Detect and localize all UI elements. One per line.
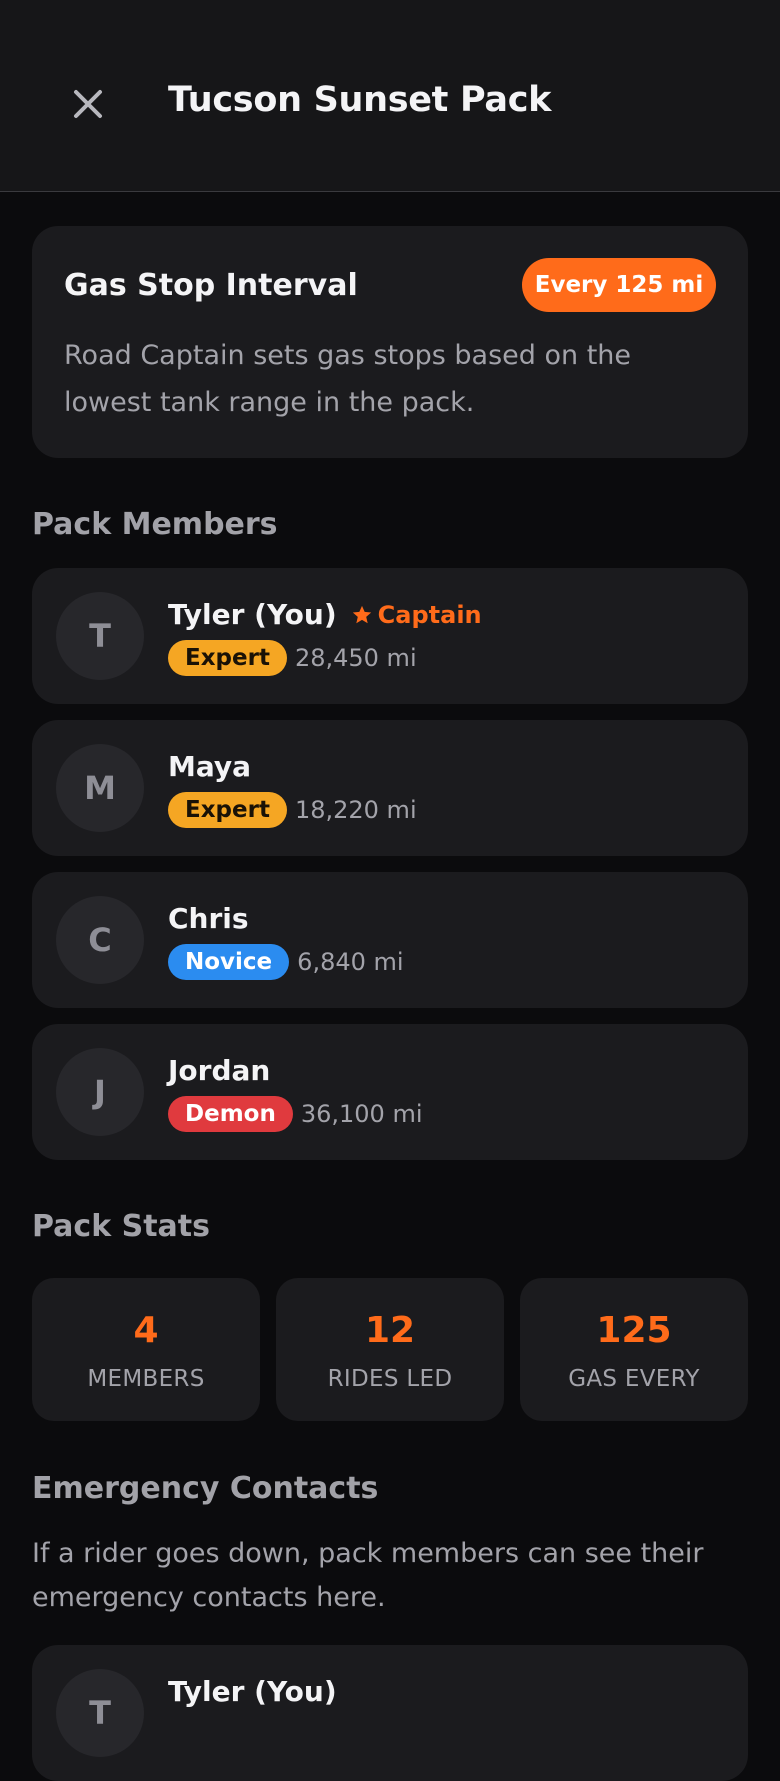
contact-name: Tyler (You): [168, 1675, 337, 1708]
member-card[interactable]: M Maya Expert 18,220 mi: [32, 720, 748, 856]
skill-badge: Expert: [168, 792, 287, 828]
star-icon: [352, 605, 371, 623]
stat-gas-every: 125 GAS EVERY: [520, 1278, 748, 1421]
member-name: Jordan: [168, 1054, 271, 1087]
page-title: Tucson Sunset Pack: [168, 80, 552, 120]
stat-label: MEMBERS: [87, 1366, 205, 1392]
avatar: M: [56, 744, 144, 832]
gas-stop-title: Gas Stop Interval: [64, 268, 358, 303]
gas-interval-pill[interactable]: Every 125 mi: [522, 258, 716, 312]
pack-stats-heading: Pack Stats: [32, 1209, 210, 1244]
avatar: T: [56, 592, 144, 680]
member-miles: 18,220 mi: [294, 796, 417, 824]
captain-text: Captain: [377, 600, 482, 629]
avatar: C: [56, 896, 144, 984]
member-miles: 28,450 mi: [294, 644, 417, 672]
avatar: J: [56, 1048, 144, 1136]
captain-label: Captain: [351, 601, 482, 629]
stat-rides-led: 12 RIDES LED: [276, 1278, 504, 1421]
member-name: Chris: [168, 902, 249, 935]
member-miles: 6,840 mi: [297, 948, 404, 976]
member-card[interactable]: T Tyler (You) Captain Expert 28,450 mi: [32, 568, 748, 704]
avatar: T: [56, 1669, 144, 1757]
stat-value: 125: [596, 1310, 672, 1351]
stat-label: RIDES LED: [327, 1366, 453, 1392]
member-card[interactable]: J Jordan Demon 36,100 mi: [32, 1024, 748, 1160]
member-miles: 36,100 mi: [300, 1100, 423, 1128]
stat-value: 4: [133, 1310, 159, 1351]
skill-badge: Expert: [168, 640, 287, 676]
member-card[interactable]: C Chris Novice 6,840 mi: [32, 872, 748, 1008]
skill-badge: Demon: [168, 1096, 293, 1132]
member-name: Tyler (You): [168, 598, 337, 631]
top-bar: Tucson Sunset Pack: [0, 0, 780, 192]
stat-label: GAS EVERY: [568, 1366, 700, 1392]
skill-badge: Novice: [168, 944, 290, 980]
stat-value: 12: [364, 1310, 416, 1351]
close-button[interactable]: [66, 84, 110, 128]
pack-members-heading: Pack Members: [32, 507, 278, 542]
member-name: Maya: [168, 750, 252, 783]
emergency-description: If a rider goes down, pack members can s…: [32, 1538, 704, 1613]
emergency-contacts-heading: Emergency Contacts: [32, 1471, 379, 1506]
gas-stop-description: Road Captain sets gas stops based on the…: [64, 340, 632, 418]
gas-stop-card: Gas Stop Interval Every 125 mi Road Capt…: [32, 226, 748, 458]
close-icon: [72, 88, 104, 124]
emergency-contact-card[interactable]: T Tyler (You): [32, 1645, 748, 1781]
stat-members: 4 MEMBERS: [32, 1278, 260, 1421]
